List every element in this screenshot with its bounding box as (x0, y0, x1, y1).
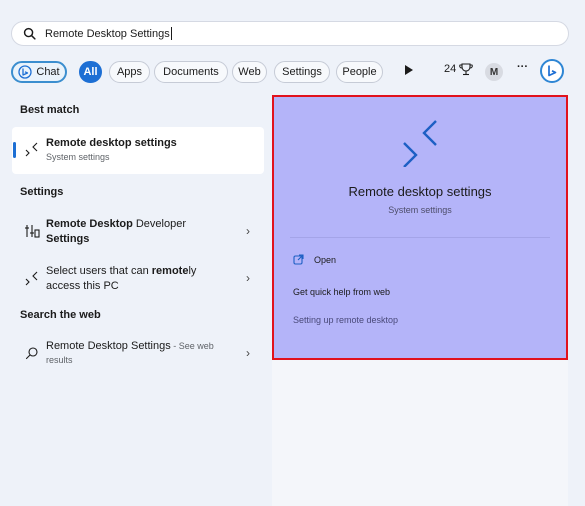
remote-desktop-icon (25, 271, 38, 286)
filter-people[interactable]: People (336, 61, 383, 83)
search-icon (23, 27, 36, 40)
preview-subtitle: System settings (388, 205, 452, 215)
chevron-right-icon: › (246, 271, 250, 285)
best-match-title: Remote desktop settings (46, 137, 177, 149)
bing-icon (18, 65, 33, 79)
help-link-setting-up[interactable]: Setting up remote desktop (293, 315, 398, 325)
search-input[interactable]: Remote Desktop Settings (45, 24, 525, 44)
section-search-web: Search the web (20, 309, 101, 321)
trophy-icon (459, 63, 474, 76)
list-item-developer-settings[interactable]: Remote Desktop Developer Settings › (12, 211, 264, 251)
preview-pane: Remote desktop settings System settings … (272, 95, 568, 360)
chevron-right-icon: › (246, 346, 250, 360)
list-item-select-users[interactable]: Select users that can remotely access th… (12, 258, 264, 298)
remote-desktop-icon (25, 142, 38, 157)
search-icon (25, 347, 38, 360)
bing-icon (548, 65, 557, 77)
list-item-web-search[interactable]: Remote Desktop Settings - See web result… (12, 333, 264, 373)
more-filters-play-icon[interactable] (405, 65, 413, 75)
developer-settings-icon (25, 225, 40, 238)
selection-indicator (13, 142, 16, 158)
bing-chat-button[interactable] (540, 59, 564, 83)
preview-title: Remote desktop settings (348, 184, 492, 199)
best-match-subtitle: System settings (46, 152, 110, 162)
open-action[interactable]: Open (293, 254, 336, 265)
filter-documents[interactable]: Documents (154, 61, 228, 83)
open-external-icon (293, 254, 304, 265)
section-best-match: Best match (20, 104, 80, 116)
more-options-button[interactable]: ··· (517, 61, 528, 73)
filter-settings[interactable]: Settings (274, 61, 330, 83)
filter-bar: Chat All Apps Documents Web Settings Peo… (11, 59, 571, 85)
search-box[interactable]: Remote Desktop Settings (11, 21, 569, 46)
rewards-points[interactable]: 24 (444, 62, 474, 76)
chat-chip[interactable]: Chat (11, 61, 67, 83)
filter-apps[interactable]: Apps (109, 61, 150, 83)
chevron-right-icon: › (246, 224, 250, 238)
quick-help-heading: Get quick help from web (293, 287, 391, 297)
text-caret (170, 27, 172, 41)
divider (290, 237, 550, 238)
best-match-item[interactable]: Remote desktop settings System settings (12, 127, 264, 174)
section-settings: Settings (20, 186, 64, 198)
avatar[interactable]: M (485, 63, 503, 81)
filter-all[interactable]: All (79, 61, 102, 83)
remote-desktop-icon (403, 120, 437, 167)
filter-web[interactable]: Web (232, 61, 267, 83)
